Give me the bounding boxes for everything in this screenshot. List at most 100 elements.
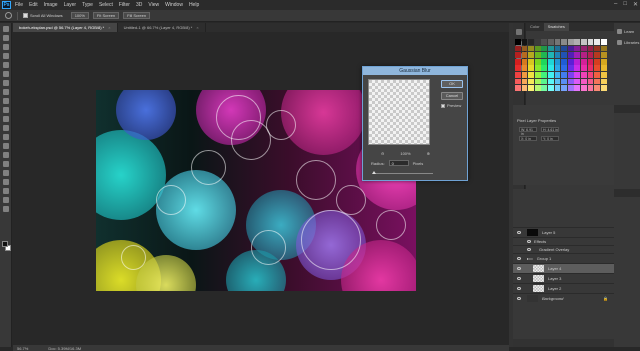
color-swatch[interactable]: [515, 78, 521, 85]
menu-image[interactable]: Image: [44, 2, 58, 8]
color-swatch[interactable]: [581, 39, 587, 45]
blur-tool-icon[interactable]: [3, 134, 9, 140]
color-swatch[interactable]: [528, 52, 534, 58]
color-swatch[interactable]: [515, 58, 521, 65]
color-swatch[interactable]: [574, 39, 581, 45]
preview-checkbox[interactable]: [441, 103, 445, 108]
color-swatch[interactable]: [567, 65, 574, 72]
color-swatch[interactable]: [521, 39, 528, 45]
color-swatch[interactable]: [594, 78, 600, 85]
crop-tool-icon[interactable]: [3, 62, 9, 68]
menu-file[interactable]: File: [15, 2, 23, 8]
color-swatch[interactable]: [548, 65, 554, 72]
color-swatch[interactable]: [567, 72, 574, 78]
color-swatch[interactable]: [534, 58, 541, 65]
tab-color[interactable]: Color: [526, 23, 544, 31]
maximize-icon[interactable]: □: [623, 1, 627, 8]
width-field[interactable]: W: 6.91 in: [519, 127, 537, 136]
visibility-eye-icon[interactable]: [517, 231, 521, 234]
hand-tool-icon[interactable]: [3, 188, 9, 194]
visibility-eye-icon[interactable]: [517, 297, 521, 300]
color-swatch[interactable]: [521, 45, 528, 52]
color-swatch[interactable]: [528, 85, 534, 91]
color-swatch[interactable]: [554, 85, 561, 91]
healing-tool-icon[interactable]: [3, 80, 9, 86]
color-swatch[interactable]: [594, 65, 600, 72]
color-swatch[interactable]: [561, 39, 567, 45]
color-swatch[interactable]: [600, 52, 607, 58]
color-swatch[interactable]: [541, 45, 548, 52]
fit-screen-button[interactable]: Fit Screen: [92, 12, 120, 19]
layer-row[interactable]: Layer 2: [513, 283, 614, 293]
color-swatch[interactable]: [528, 65, 534, 72]
menu-window[interactable]: Window: [165, 2, 183, 8]
color-swatch[interactable]: [561, 45, 567, 52]
layer-effects-row[interactable]: Effects: [513, 237, 614, 245]
foreground-color-swatch[interactable]: [2, 241, 8, 247]
color-swatch[interactable]: [521, 65, 528, 72]
color-swatch[interactable]: [581, 72, 587, 78]
dodge-tool-icon[interactable]: [3, 143, 9, 149]
color-swatch[interactable]: [541, 39, 548, 45]
color-swatch[interactable]: [541, 72, 548, 78]
color-swatch[interactable]: [515, 72, 521, 78]
color-swatch[interactable]: [548, 39, 554, 45]
color-swatch[interactable]: [574, 78, 581, 85]
color-swatch[interactable]: [521, 78, 528, 85]
close-tab-icon[interactable]: ×: [196, 23, 198, 32]
visibility-eye-icon[interactable]: [517, 277, 521, 280]
color-swatch[interactable]: [561, 52, 567, 58]
color-swatch[interactable]: [587, 39, 594, 45]
color-swatch[interactable]: [515, 85, 521, 91]
color-swatch[interactable]: [567, 78, 574, 85]
color-swatch[interactable]: [600, 65, 607, 72]
color-swatch[interactable]: [574, 85, 581, 91]
learn-item[interactable]: Learn: [617, 29, 640, 34]
color-swatch[interactable]: [574, 52, 581, 58]
color-swatch[interactable]: [587, 78, 594, 85]
color-swatch[interactable]: [594, 52, 600, 58]
color-swatch[interactable]: [534, 78, 541, 85]
color-swatch[interactable]: [561, 72, 567, 78]
color-swatch[interactable]: [541, 78, 548, 85]
color-swatch[interactable]: [541, 65, 548, 72]
type-tool-icon[interactable]: [3, 161, 9, 167]
tab-bokeh-eksplan[interactable]: bokeh-eksplan.psd @ 56.7% (Layer 4, RGB/…: [13, 23, 118, 32]
color-swatch[interactable]: [541, 58, 548, 65]
color-swatch[interactable]: [521, 85, 528, 91]
close-icon[interactable]: ✕: [633, 1, 638, 8]
color-swatch[interactable]: [581, 45, 587, 52]
color-swatch[interactable]: [528, 45, 534, 52]
color-swatch[interactable]: [594, 58, 600, 65]
color-swatch[interactable]: [528, 39, 534, 45]
color-swatch[interactable]: [521, 58, 528, 65]
color-swatch[interactable]: [528, 78, 534, 85]
zoom-100-button[interactable]: 100%: [70, 12, 89, 19]
color-swatch[interactable]: [581, 78, 587, 85]
quick-select-tool-icon[interactable]: [3, 53, 9, 59]
color-swatch[interactable]: [534, 72, 541, 78]
color-swatch[interactable]: [587, 52, 594, 58]
radius-slider-handle[interactable]: [372, 171, 376, 174]
color-swatch[interactable]: [581, 52, 587, 58]
menu-view[interactable]: View: [148, 2, 159, 8]
menu-edit[interactable]: Edit: [29, 2, 38, 8]
fill-screen-button[interactable]: Fill Screen: [123, 12, 151, 19]
color-swatch[interactable]: [521, 72, 528, 78]
marquee-tool-icon[interactable]: [3, 35, 9, 41]
history-panel-icon[interactable]: [516, 29, 522, 35]
more-tools-icon[interactable]: [3, 206, 9, 212]
color-swatch[interactable]: [574, 72, 581, 78]
color-swatch[interactable]: [594, 39, 600, 45]
color-swatch[interactable]: [515, 65, 521, 72]
color-swatch[interactable]: [600, 58, 607, 65]
visibility-eye-icon[interactable]: [527, 248, 531, 251]
x-field[interactable]: X: 0 in: [519, 136, 537, 141]
color-swatch[interactable]: [567, 52, 574, 58]
path-selection-tool-icon[interactable]: [3, 170, 9, 176]
color-swatch[interactable]: [528, 72, 534, 78]
menu-3d[interactable]: 3D: [136, 2, 142, 8]
color-swatch[interactable]: [594, 72, 600, 78]
close-tab-icon[interactable]: ×: [108, 23, 110, 32]
color-swatch[interactable]: [534, 85, 541, 91]
